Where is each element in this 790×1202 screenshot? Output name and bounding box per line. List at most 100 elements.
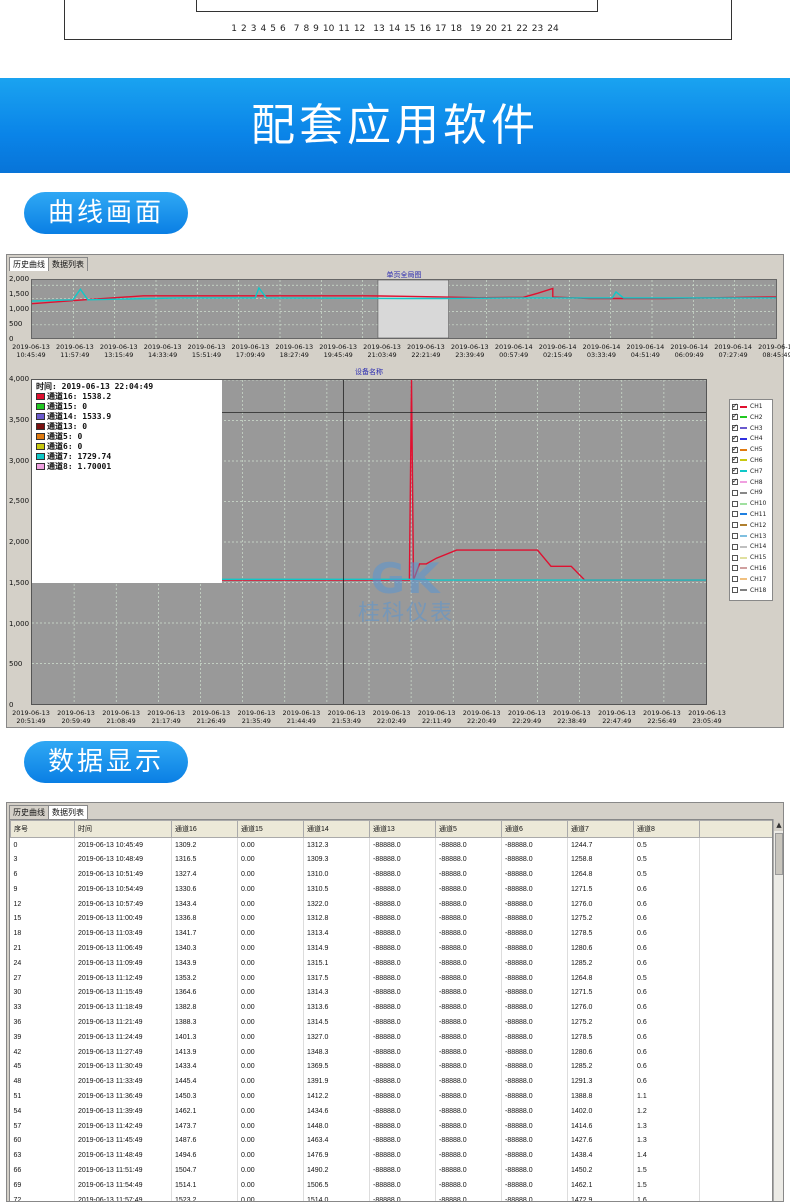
channel-checkbox[interactable] — [732, 433, 738, 444]
table-cell: 1412.2 — [303, 1089, 370, 1104]
channel-item[interactable]: CH16 — [732, 564, 770, 575]
x-tick-label: 2019-06-13 23:05:49 — [682, 709, 732, 725]
tab-data-list[interactable]: 数据列表 — [48, 257, 88, 271]
table-row[interactable]: 24 2019-06-13 11:09:49 1343.9 0.00 1315.1 -88… — [10, 955, 772, 971]
table-row[interactable]: 66 2019-06-13 11:51:49 1504.7 0.00 1490.2 -88… — [10, 1163, 772, 1178]
tab-data-list[interactable]: 数据列表 — [48, 805, 88, 819]
channel-item[interactable]: CH8 — [732, 476, 770, 489]
column-header[interactable]: 通道7 — [567, 820, 634, 838]
table-row[interactable]: 72 2019-06-13 11:57:49 1523.2 0.00 1514.0 -88… — [10, 1192, 772, 1201]
column-header[interactable]: 时间 — [74, 820, 172, 838]
channel-checkbox[interactable] — [732, 522, 738, 529]
table-cell-blank — [699, 881, 772, 897]
tab-history-curve[interactable]: 历史曲线 — [9, 257, 49, 271]
table-cell: -88888.0 — [435, 896, 502, 912]
table-row[interactable]: 15 2019-06-13 11:00:49 1336.8 0.00 1312.8 -88… — [10, 911, 772, 927]
channel-checkbox[interactable] — [732, 422, 738, 433]
table-cell: -88888.0 — [369, 1148, 436, 1164]
scroll-thumb[interactable] — [775, 833, 783, 875]
scroll-up-icon[interactable]: ▲ — [774, 819, 783, 831]
table-row[interactable]: 48 2019-06-13 11:33:49 1445.4 0.00 1391.9 -88… — [10, 1074, 772, 1090]
table-cell: 2019-06-13 11:57:49 — [74, 1192, 172, 1201]
table-row[interactable]: 9 2019-06-13 10:54:49 1330.6 0.00 1310.5 -888… — [10, 881, 772, 897]
table-cell-blank — [699, 1089, 772, 1104]
table-row[interactable]: 54 2019-06-13 11:39:49 1462.1 0.00 1434.6 -88… — [10, 1103, 772, 1119]
table-cell: 2019-06-13 11:48:49 — [74, 1148, 172, 1164]
table-row[interactable]: 63 2019-06-13 11:48:49 1494.6 0.00 1476.9 -88… — [10, 1148, 772, 1164]
table-row[interactable]: 45 2019-06-13 11:30:49 1433.4 0.00 1369.5 -88… — [10, 1059, 772, 1075]
table-cell: -88888.0 — [435, 941, 502, 956]
table-row[interactable]: 0 2019-06-13 10:45:49 1309.2 0.00 1312.3 -888… — [10, 837, 772, 853]
x-tick-line: 20:51:49 — [16, 717, 46, 725]
channel-checkbox[interactable] — [732, 465, 738, 476]
table-row[interactable]: 3 2019-06-13 10:48:49 1316.5 0.00 1309.3 -888… — [10, 852, 772, 868]
channel-item[interactable]: CH14 — [732, 542, 770, 553]
table-row[interactable]: 42 2019-06-13 11:27:49 1413.9 0.00 1348.3 -88… — [10, 1044, 772, 1060]
channel-item[interactable]: CH13 — [732, 532, 770, 543]
channel-checkbox[interactable] — [732, 454, 738, 465]
table-cell: -88888.0 — [369, 970, 436, 986]
channel-item[interactable]: CH15 — [732, 553, 770, 564]
channel-checkbox[interactable] — [732, 543, 738, 550]
table-row[interactable]: 39 2019-06-13 11:24:49 1401.3 0.00 1327.0 -88… — [10, 1029, 772, 1045]
channel-checkbox[interactable] — [732, 576, 738, 583]
channel-item[interactable]: CH10 — [732, 499, 770, 510]
channel-item[interactable]: CH18 — [732, 586, 770, 597]
channel-checkbox[interactable] — [732, 411, 738, 422]
table-row[interactable]: 33 2019-06-13 11:18:49 1382.8 0.00 1313.6 -88… — [10, 1000, 772, 1016]
x-tick-line: 07:27:49 — [718, 351, 748, 359]
table-cell: -88888.0 — [501, 1074, 568, 1090]
table-cell: 1310.5 — [303, 881, 370, 897]
table-row[interactable]: 18 2019-06-13 11:03:49 1341.7 0.00 1313.4 -88… — [10, 926, 772, 942]
table-cell-blank — [699, 926, 772, 942]
channel-item[interactable]: CH17 — [732, 575, 770, 586]
table-cell-blank — [699, 1000, 772, 1016]
channel-checkbox[interactable] — [732, 565, 738, 572]
channel-label: CH9 — [750, 489, 763, 497]
channel-item[interactable]: CH9 — [732, 488, 770, 499]
table-cell: 1271.5 — [567, 985, 634, 1001]
channel-checkbox[interactable] — [732, 476, 738, 487]
channel-checkbox[interactable] — [732, 554, 738, 561]
column-header[interactable]: 通道14 — [303, 820, 370, 838]
table-row[interactable]: 27 2019-06-13 11:12:49 1353.2 0.00 1317.5 -88… — [10, 970, 772, 986]
table-cell: 1.2 — [633, 1103, 700, 1119]
table-row[interactable]: 12 2019-06-13 10:57:49 1343.4 0.00 1322.0 -88… — [10, 896, 772, 912]
channel-item[interactable]: CH11 — [732, 510, 770, 521]
overview-plot[interactable] — [31, 279, 777, 339]
table-cell: -88888.0 — [369, 1015, 436, 1030]
column-header[interactable]: 序号 — [10, 820, 75, 838]
channel-item[interactable]: CH12 — [732, 521, 770, 532]
table-row[interactable]: 21 2019-06-13 11:06:49 1340.3 0.00 1314.9 -88… — [10, 941, 772, 956]
channel-checkbox[interactable] — [732, 511, 738, 518]
table-cell: 1388.8 — [567, 1089, 634, 1104]
channel-checkbox[interactable] — [732, 444, 738, 454]
table-cell: -88888.0 — [369, 1089, 436, 1104]
column-header[interactable]: 通道13 — [369, 820, 436, 838]
table-row[interactable]: 30 2019-06-13 11:15:49 1364.6 0.00 1314.3 -88… — [10, 985, 772, 1001]
channel-checkbox[interactable] — [732, 587, 738, 594]
table-row[interactable]: 69 2019-06-13 11:54:49 1514.1 0.00 1506.5 -88… — [10, 1177, 772, 1193]
column-header[interactable]: 通道6 — [501, 820, 568, 838]
channel-checkbox[interactable] — [732, 533, 738, 540]
table-row[interactable]: 57 2019-06-13 11:42:49 1473.7 0.00 1448.0 -88… — [10, 1118, 772, 1134]
table-row[interactable]: 36 2019-06-13 11:21:49 1388.3 0.00 1314.5 -88… — [10, 1015, 772, 1030]
table-row[interactable]: 6 2019-06-13 10:51:49 1327.4 0.00 1310.0 -888… — [10, 867, 772, 882]
vertical-scrollbar[interactable]: ▲ — [773, 819, 783, 1201]
channel-checkbox[interactable] — [732, 500, 738, 507]
x-tick-line: 06:09:49 — [674, 351, 704, 359]
tab-history-curve[interactable]: 历史曲线 — [9, 805, 49, 819]
table-cell: -88888.0 — [435, 1177, 502, 1193]
table-row[interactable]: 60 2019-06-13 11:45:49 1487.6 0.00 1463.4 -88… — [10, 1133, 772, 1149]
column-header[interactable]: 通道5 — [435, 820, 502, 838]
table-cell: 1313.4 — [303, 926, 370, 942]
channel-checkbox[interactable] — [732, 489, 738, 496]
x-tick-label: 2019-06-1408:45:49 — [752, 343, 790, 359]
channel-checkbox[interactable] — [732, 401, 738, 411]
table-cell: -88888.0 — [435, 1118, 502, 1134]
column-header[interactable]: 通道8 — [633, 820, 700, 838]
table-row[interactable]: 51 2019-06-13 11:36:49 1450.3 0.00 1412.2 -88… — [10, 1089, 772, 1104]
column-header[interactable]: 通道15 — [237, 820, 304, 838]
column-header[interactable]: 通道16 — [171, 820, 238, 838]
pin-number: 11 — [338, 24, 350, 34]
